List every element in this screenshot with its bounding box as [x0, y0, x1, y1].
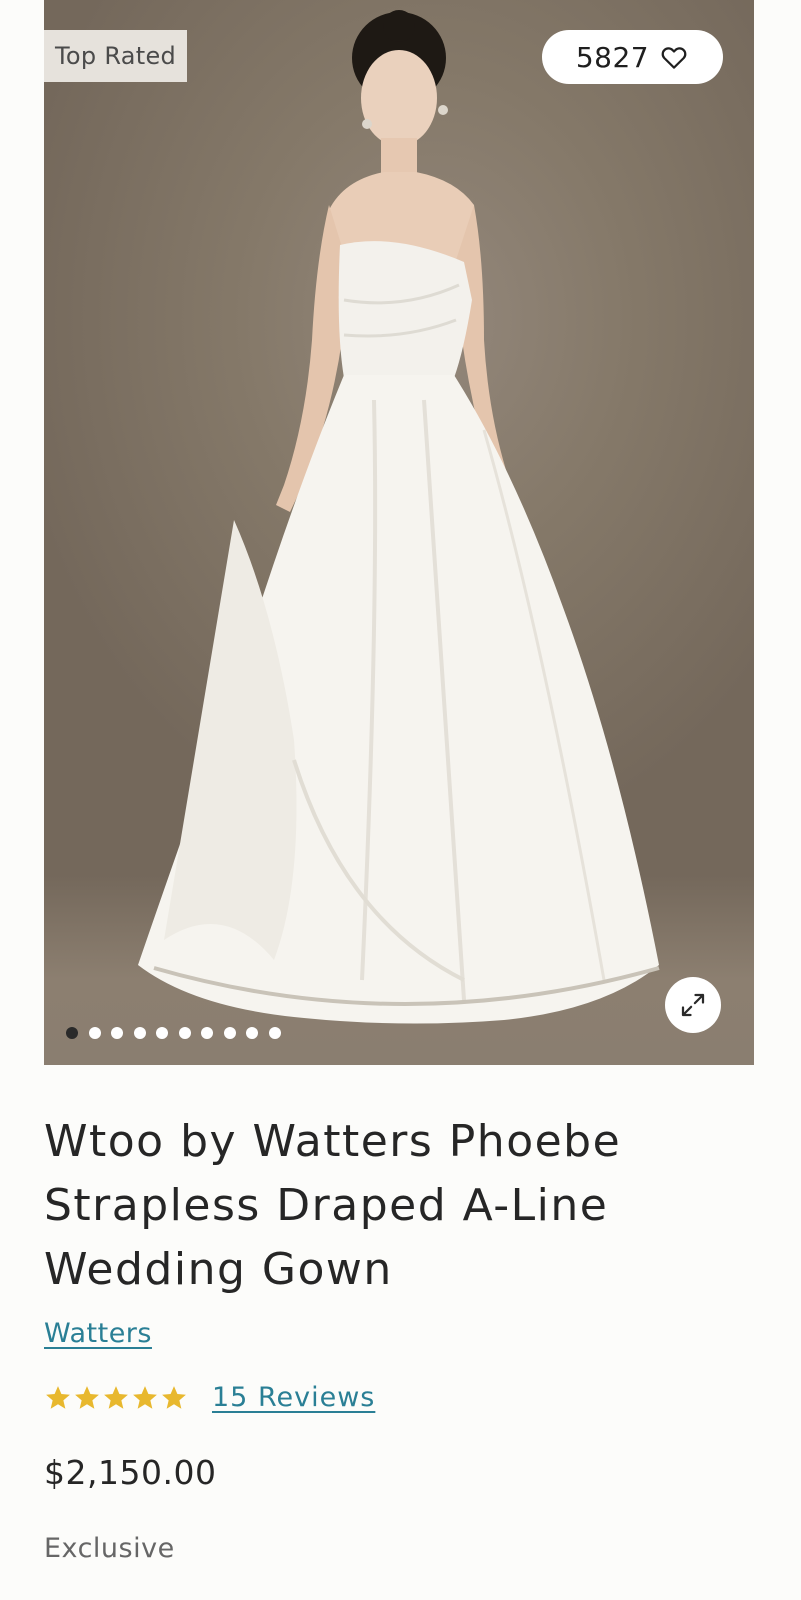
pagination-dot[interactable]: [268, 1027, 281, 1039]
product-price: $2,150.00: [44, 1453, 217, 1492]
pagination-dot[interactable]: [88, 1027, 101, 1039]
exclusive-label: Exclusive: [44, 1533, 175, 1564]
star-icon: [46, 1385, 70, 1409]
pagination-dot[interactable]: [133, 1027, 146, 1039]
pagination-dot[interactable]: [66, 1027, 78, 1039]
heart-icon: [661, 47, 687, 69]
product-image-gallery[interactable]: Top Rated 5827: [44, 0, 754, 1065]
pagination-dot[interactable]: [246, 1027, 258, 1039]
favorite-button[interactable]: 5827: [542, 30, 723, 84]
product-title: Wtoo by Watters Phoebe Strapless Draped …: [44, 1116, 622, 1295]
brand-link[interactable]: Watters: [44, 1318, 152, 1349]
pagination-dot[interactable]: [156, 1027, 168, 1039]
favorites-count: 5827: [575, 40, 650, 74]
pagination-dot[interactable]: [201, 1027, 213, 1039]
star-rating: [44, 1384, 188, 1412]
reviews-link[interactable]: 15 Reviews: [212, 1382, 375, 1413]
image-pagination: [66, 1027, 281, 1039]
top-rated-badge: Top Rated: [44, 30, 188, 82]
rating-row: 15 Reviews: [44, 1382, 375, 1413]
star-icon: [162, 1385, 186, 1409]
star-icon: [133, 1385, 157, 1409]
pagination-dot[interactable]: [111, 1027, 123, 1039]
star-icon: [75, 1385, 99, 1409]
expand-arrows-icon: [681, 993, 705, 1017]
star-icon: [104, 1385, 128, 1409]
product-image[interactable]: [44, 0, 754, 1065]
pagination-dot[interactable]: [178, 1027, 191, 1039]
expand-image-button[interactable]: [665, 977, 721, 1033]
pagination-dot[interactable]: [223, 1027, 236, 1039]
